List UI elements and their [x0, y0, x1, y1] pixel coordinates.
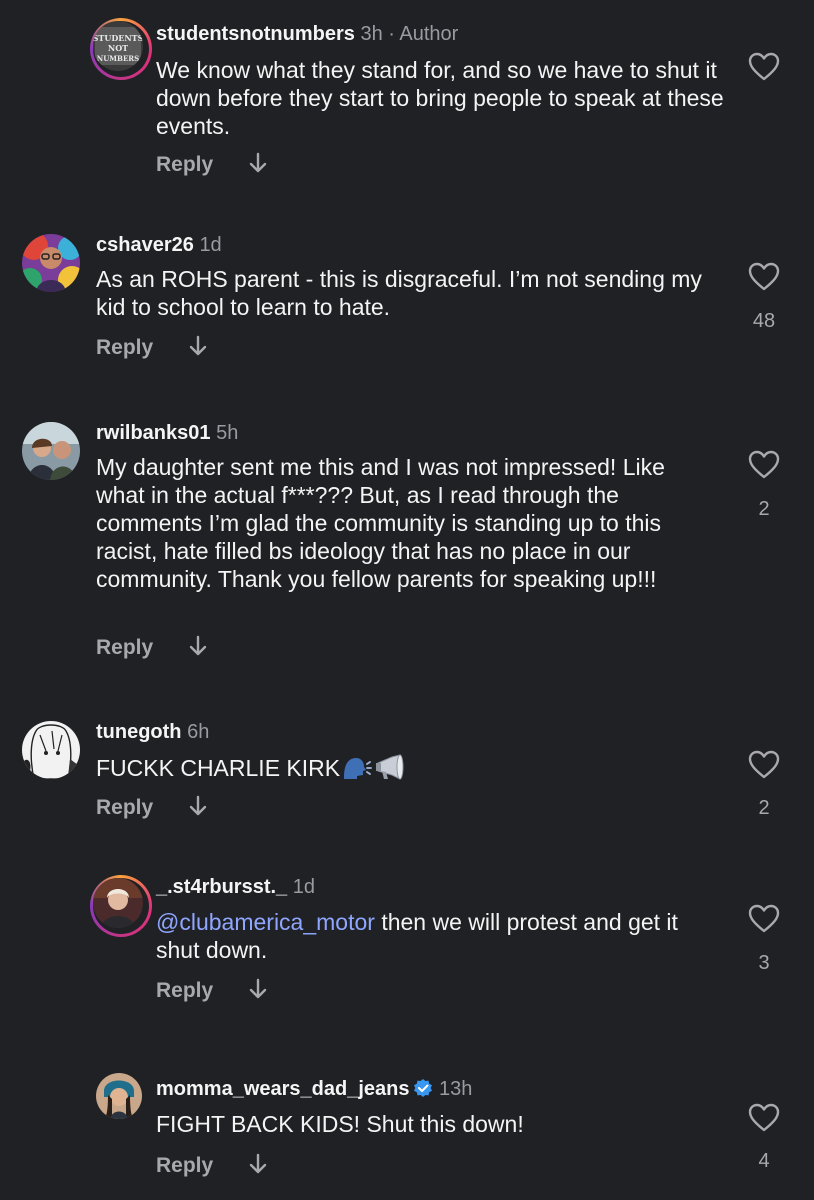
avatar[interactable]: STUDENTS NOT NUMBERS [90, 18, 152, 80]
heart-icon [748, 1103, 780, 1132]
like-count: 48 [752, 310, 776, 332]
timestamp: 13h [439, 1078, 473, 1100]
like-button[interactable] [744, 262, 784, 297]
arrow-down-icon[interactable] [189, 335, 207, 364]
timestamp: 6h [187, 721, 210, 743]
like-count: 4 [758, 1150, 770, 1172]
reply-button[interactable]: Reply [96, 336, 153, 359]
timestamp: 1d [292, 876, 315, 898]
svg-text:NUMBERS: NUMBERS [97, 54, 139, 63]
like-button[interactable] [744, 750, 784, 785]
verified-badge-icon [413, 1078, 433, 1104]
svg-text:STUDENTS: STUDENTS [93, 33, 143, 43]
like-button[interactable] [744, 904, 784, 939]
like-button[interactable] [744, 1103, 784, 1138]
like-button[interactable] [744, 52, 784, 87]
comment-actions: Reply [96, 795, 207, 824]
author-badge: · Author [388, 23, 459, 45]
avatar-image [22, 234, 80, 292]
heart-icon [748, 52, 780, 81]
comment-header: rwilbanks01 5h [96, 421, 238, 445]
reply-button[interactable]: Reply [156, 153, 213, 176]
comment-header: cshaver26 1d [96, 233, 222, 257]
timestamp: 3h [360, 23, 383, 45]
username[interactable]: tunegoth [96, 721, 182, 743]
avatar[interactable] [22, 422, 80, 480]
avatar[interactable] [22, 721, 80, 779]
comment-actions: Reply [96, 635, 207, 664]
username[interactable]: momma_wears_dad_jeans [156, 1078, 409, 1100]
username[interactable]: rwilbanks01 [96, 422, 211, 444]
avatar-image [93, 878, 143, 928]
comment-header: _.st4rbursst._ 1d [156, 875, 315, 899]
speaking-head-icon [342, 755, 373, 787]
comment-text-row: FUCKK CHARLIE KIRK [96, 753, 716, 787]
timestamp: 1d [199, 234, 222, 256]
reply-button[interactable]: Reply [96, 636, 153, 659]
heart-icon [748, 262, 780, 291]
username[interactable]: _.st4rbursst._ [156, 876, 287, 898]
comment-actions: Reply [156, 1153, 267, 1182]
comment-header: momma_wears_dad_jeans 13h [156, 1077, 472, 1104]
avatar-image [22, 721, 80, 779]
arrow-down-icon[interactable] [249, 1153, 267, 1182]
comment-text: We know what they stand for, and so we h… [156, 57, 724, 139]
arrow-down-icon[interactable] [189, 795, 207, 824]
like-count: 3 [758, 952, 770, 974]
like-count: 2 [758, 498, 770, 520]
arrow-down-icon[interactable] [249, 152, 267, 181]
avatar-image [96, 1073, 142, 1119]
comment-actions: Reply [96, 335, 207, 364]
username[interactable]: cshaver26 [96, 234, 194, 256]
comment-text: My daughter sent me this and I was not i… [96, 454, 665, 592]
username[interactable]: studentsnotnumbers [156, 23, 355, 45]
like-button[interactable] [744, 450, 784, 485]
comment-text: @clubamerica_motor then we will protest … [156, 908, 726, 964]
heart-icon [748, 450, 780, 479]
heart-icon [748, 904, 780, 933]
timestamp: 5h [216, 422, 239, 444]
comment-text: FUCKK CHARLIE KIRK [96, 755, 341, 781]
arrow-down-icon[interactable] [249, 978, 267, 1007]
mention-link[interactable]: @clubamerica_motor [156, 909, 375, 935]
comment-actions: Reply [156, 152, 267, 181]
comment-actions: Reply [156, 978, 267, 1007]
comment-header: tunegoth 6h [96, 720, 209, 744]
avatar[interactable] [96, 1073, 142, 1119]
megaphone-icon [374, 753, 406, 787]
arrow-down-icon[interactable] [189, 635, 207, 664]
svg-text:NOT: NOT [108, 43, 128, 53]
avatar[interactable] [90, 875, 152, 937]
comment-header: studentsnotnumbers 3h · Author [156, 22, 458, 46]
avatar-image [22, 422, 80, 480]
avatar-image: STUDENTS NOT NUMBERS [93, 21, 143, 71]
comment-text: As an ROHS parent - this is disgraceful.… [96, 266, 702, 320]
like-count: 2 [758, 797, 770, 819]
reply-button[interactable]: Reply [96, 796, 153, 819]
comment-text: FIGHT BACK KIDS! Shut this down! [156, 1111, 524, 1137]
avatar[interactable] [22, 234, 80, 292]
heart-icon [748, 750, 780, 779]
reply-button[interactable]: Reply [156, 979, 213, 1002]
reply-button[interactable]: Reply [156, 1154, 213, 1177]
